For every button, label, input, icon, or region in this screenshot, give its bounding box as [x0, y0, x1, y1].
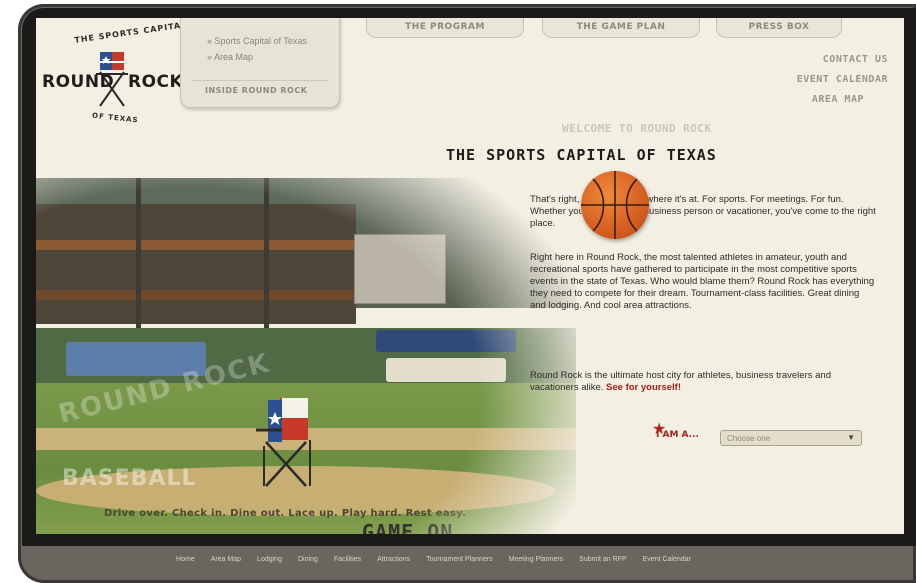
inside-round-rock-menu: » Sports Capital of Texas » Area Map INS… [180, 18, 340, 108]
menu-divider [191, 80, 329, 81]
footer-link-meeting-planners[interactable]: Meeting Planners [509, 556, 563, 563]
tab-press-box[interactable]: PRESS BOX [716, 18, 842, 38]
visitor-type-select[interactable]: Choose one ▼ [720, 430, 862, 446]
i-am-a-label: I AM A... [656, 430, 699, 440]
chevron-down-icon: ▼ [847, 433, 855, 442]
tab-label: PRESS BOX [748, 22, 810, 32]
logo-rock-text: ROCK [128, 72, 184, 92]
hero-baseball-image: ROUND ROCK BASEBALL Drive over. Check in… [36, 178, 576, 534]
watermark-baseball: BASEBALL [62, 466, 197, 491]
page-canvas: THE SPORTS CAPITAL ROUND ROCK OF TEXAS »… [36, 18, 904, 534]
footer-link-lodging[interactable]: Lodging [257, 556, 282, 563]
stand-band [36, 290, 356, 300]
footer-link-dining[interactable]: Dining [298, 556, 318, 563]
logo-round-text: ROUND [42, 72, 115, 92]
light-pole [264, 178, 269, 328]
stadium-stands [36, 204, 356, 324]
body-paragraph: Right here in Round Rock, the most talen… [530, 252, 875, 311]
menu-item-area-map[interactable]: » Area Map [207, 52, 253, 62]
footer-link-facilities[interactable]: Facilities [334, 556, 361, 563]
game-on-slogan: GAME ON. [362, 520, 467, 534]
basketball-icon [581, 171, 649, 239]
select-value: Choose one [727, 434, 771, 443]
tab-label: THE GAME PLAN [576, 22, 666, 32]
wall-sign [376, 330, 516, 352]
footer-link-home[interactable]: Home [176, 556, 195, 563]
see-for-yourself-link[interactable]: See for yourself! [606, 382, 681, 393]
footer-link-area-map[interactable]: Area Map [211, 556, 241, 563]
page-headline: THE SPORTS CAPITAL OF TEXAS [446, 146, 717, 164]
texas-flag-chair-icon [256, 398, 311, 487]
stand-band [36, 240, 356, 250]
area-map-link[interactable]: AREA MAP [812, 94, 864, 105]
footer-nav: Home Area Map Lodging Dining Facilities … [176, 556, 707, 563]
scoreboard [354, 234, 446, 304]
logo-arc-bottom-text: OF TEXAS [91, 111, 139, 125]
tab-inside-round-rock[interactable]: INSIDE ROUND ROCK [205, 86, 307, 95]
light-pole [136, 178, 141, 328]
tab-the-program[interactable]: THE PROGRAM [366, 18, 524, 38]
closing-paragraph: Round Rock is the ultimate host city for… [530, 370, 876, 394]
tab-label: THE PROGRAM [405, 22, 485, 32]
tab-the-game-plan[interactable]: THE GAME PLAN [542, 18, 700, 38]
menu-item-sports-capital[interactable]: » Sports Capital of Texas [207, 36, 307, 46]
welcome-text: WELCOME TO ROUND ROCK [562, 122, 712, 135]
outfield-wall [36, 328, 576, 388]
footer-link-tournament-planners[interactable]: Tournament Planners [426, 556, 493, 563]
round-rock-logo[interactable]: THE SPORTS CAPITAL ROUND ROCK OF TEXAS [40, 20, 190, 134]
footer-link-submit-rfp[interactable]: Submit an RFP [579, 556, 626, 563]
contact-us-link[interactable]: CONTACT US [823, 54, 888, 65]
event-calendar-link[interactable]: EVENT CALENDAR [797, 74, 888, 85]
footer-link-attractions[interactable]: Attractions [377, 556, 410, 563]
wall-sign [386, 358, 506, 382]
footer-link-event-calendar[interactable]: Event Calendar [643, 556, 691, 563]
hero-tagline: Drive over. Check in. Dine out. Lace up.… [104, 508, 467, 519]
logo-arc-top-text: THE SPORTS CAPITAL [73, 20, 188, 45]
